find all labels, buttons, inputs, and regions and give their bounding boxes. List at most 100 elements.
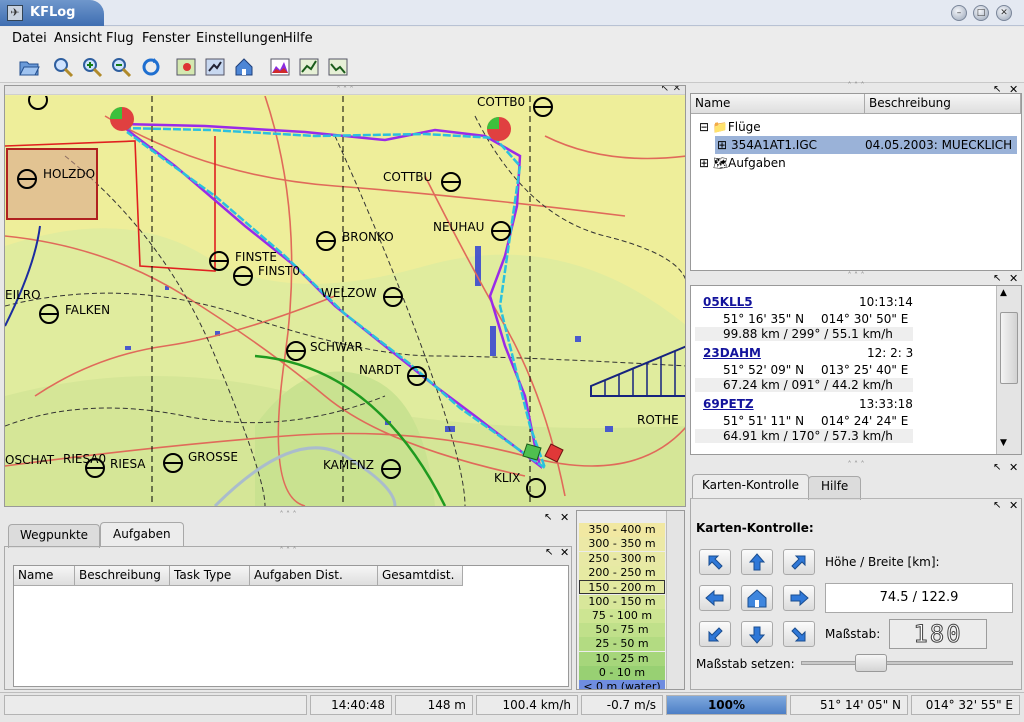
close-panel-icon[interactable]: ✕	[560, 511, 569, 524]
tree-panel-handle[interactable]: ˄ ˄ ˄	[690, 82, 1022, 91]
waypoint-name-link[interactable]: 23DAHM	[703, 346, 761, 360]
scrollbar[interactable]: ▲ ▼	[996, 286, 1021, 454]
pan-east-button[interactable]	[783, 585, 815, 611]
legend-item: 200 - 250 m	[579, 565, 665, 580]
waypoint-leg: 64.91 km / 170° / 57.3 km/h	[695, 429, 913, 443]
scale-slider-thumb[interactable]	[855, 654, 887, 672]
home-icon[interactable]	[232, 55, 254, 77]
waypoint-lon: 014° 30' 50" E	[821, 312, 909, 326]
legend-item: 75 - 100 m	[579, 608, 665, 623]
column-task-type[interactable]: Task Type	[170, 566, 250, 586]
redraw-icon[interactable]	[139, 55, 161, 77]
close-panel-icon[interactable]: ✕	[1009, 83, 1018, 96]
legend-item: 50 - 75 m	[579, 623, 665, 638]
open-folder-icon[interactable]	[17, 55, 40, 77]
tab-hilfe[interactable]: Hilfe	[808, 476, 862, 500]
zoom-icon[interactable]	[51, 55, 74, 78]
menu-datei[interactable]: Datei	[12, 31, 47, 46]
map-label: OSCHAT	[5, 453, 55, 467]
pan-south-button[interactable]	[741, 621, 773, 647]
tree-item-flight[interactable]: ⊞ 354A1AT1.IGC 04.05.2003: MUECKLICH	[715, 136, 1017, 154]
bottom-panel-handle[interactable]: ˄ ˄ ˄	[4, 511, 572, 520]
mapcontrol-panel-handle[interactable]: ˄ ˄ ˄	[690, 461, 1022, 470]
float-icon[interactable]: ↖	[993, 273, 1001, 284]
close-panel-icon[interactable]: ✕	[1009, 461, 1018, 474]
menu-hilfe[interactable]: Hilfe	[283, 31, 313, 46]
close-panel-icon[interactable]: ✕	[673, 86, 681, 94]
pan-home-button[interactable]	[741, 585, 773, 611]
column-beschreibung[interactable]: Beschreibung	[865, 94, 1021, 114]
pan-northwest-button[interactable]	[699, 549, 731, 575]
pan-southwest-button[interactable]	[699, 621, 731, 647]
folder-icon: 📁	[712, 120, 728, 134]
map-label: RIESA0	[63, 452, 106, 466]
map-canvas[interactable]: HOLZDO COTTB0 COTTBU NEUHAU BRONKO FINST…	[5, 96, 686, 506]
pan-northeast-button[interactable]	[783, 549, 815, 575]
flight-animation-icon[interactable]	[203, 55, 225, 77]
legend-item: 25 - 50 m	[579, 637, 665, 652]
scale-slider-track[interactable]	[801, 661, 1013, 665]
waypoint-lon: 013° 25' 40" E	[821, 363, 909, 377]
map-label: KLIX	[494, 471, 520, 485]
tree-collapse-icon[interactable]: ⊟	[699, 120, 709, 134]
maximize-icon[interactable]: □	[973, 5, 989, 21]
map-label: NEUHAU	[433, 220, 484, 234]
profile-chart-icon[interactable]	[268, 55, 290, 77]
float-icon[interactable]: ↖	[993, 462, 1001, 473]
close-icon[interactable]: ✕	[996, 5, 1012, 21]
waypoint-time: 13:33:18	[859, 397, 913, 411]
waypoint-name-link[interactable]: 05KLL5	[703, 295, 753, 309]
tree-item-fluege[interactable]: ⊟ 📁Flüge	[699, 120, 761, 134]
status-speed: 100.4 km/h	[476, 695, 578, 715]
legend-item: 0 - 10 m	[579, 666, 665, 680]
pan-west-button[interactable]	[699, 585, 731, 611]
step-next-icon[interactable]	[326, 55, 348, 77]
map-edit-icon[interactable]	[174, 55, 196, 77]
status-bar: 14:40:48 148 m 100.4 km/h -0.7 m/s 100% …	[0, 692, 1024, 722]
aufgaben-panel-handle[interactable]: ˄ ˄ ˄	[5, 547, 571, 556]
tab-karten-kontrolle[interactable]: Karten-Kontrolle	[692, 474, 809, 498]
waypoint-panel-handle[interactable]: ˄ ˄ ˄	[690, 272, 1022, 281]
scroll-down-icon[interactable]: ▼	[1000, 438, 1007, 448]
menu-ansicht[interactable]: Ansicht	[54, 31, 102, 46]
elevation-legend: 350 - 400 m 300 - 350 m 250 - 300 m 200 - 2…	[576, 510, 685, 690]
menu-fenster[interactable]: Fenster	[142, 31, 190, 46]
tree-expand-icon[interactable]: ⊞	[699, 156, 709, 170]
task-table: Name Beschreibung Task Type Aufgaben Dis…	[13, 565, 569, 687]
menu-flug[interactable]: Flug	[106, 31, 134, 46]
map-panel-handle[interactable]: ˄ ˄ ˄ ↖ ✕	[5, 86, 685, 95]
column-beschreibung[interactable]: Beschreibung	[75, 566, 170, 586]
column-name[interactable]: Name	[691, 94, 865, 114]
tab-wegpunkte[interactable]: Wegpunkte	[8, 524, 101, 548]
zoom-in-icon[interactable]	[80, 55, 103, 78]
status-vario: -0.7 m/s	[581, 695, 663, 715]
tab-aufgaben[interactable]: Aufgaben	[100, 522, 184, 546]
pan-north-button[interactable]	[741, 549, 773, 575]
legend-scrollbar[interactable]	[666, 511, 684, 689]
zoom-out-icon[interactable]	[109, 55, 132, 78]
float-icon[interactable]: ↖	[544, 512, 552, 523]
float-icon[interactable]: ↖	[545, 547, 553, 558]
map-label: FINST0	[258, 264, 300, 278]
float-icon[interactable]: ↖	[993, 84, 1001, 95]
waypoint-name-link[interactable]: 69PETZ	[703, 397, 754, 411]
title-bar	[0, 0, 1024, 26]
minimize-icon[interactable]: –	[951, 5, 967, 21]
legend-item: 300 - 350 m	[579, 537, 665, 552]
menu-einstellungen[interactable]: Einstellungen	[196, 31, 284, 46]
step-prev-icon[interactable]	[297, 55, 319, 77]
map-panel: ˄ ˄ ˄ ↖ ✕ HOLZDO COTTB0 COTTBU NEUHAU BR…	[4, 85, 686, 507]
scroll-thumb[interactable]	[1000, 312, 1018, 384]
column-aufgaben-dist[interactable]: Aufgaben Dist.	[250, 566, 378, 586]
map-label: GROSSE	[188, 450, 238, 464]
float-icon[interactable]: ↖	[661, 86, 669, 94]
column-name[interactable]: Name	[14, 566, 75, 586]
close-panel-icon[interactable]: ✕	[1009, 272, 1018, 285]
tree-item-aufgaben[interactable]: ⊞ 🗺Aufgaben	[699, 156, 786, 170]
scroll-up-icon[interactable]: ▲	[1000, 288, 1007, 298]
close-panel-icon[interactable]: ✕	[560, 546, 569, 559]
tree-expand-icon[interactable]: ⊞	[717, 138, 727, 152]
pan-southeast-button[interactable]	[783, 621, 815, 647]
column-gesamtdist[interactable]: Gesamtdist.	[378, 566, 463, 586]
map-label: SCHWAR	[310, 340, 363, 354]
